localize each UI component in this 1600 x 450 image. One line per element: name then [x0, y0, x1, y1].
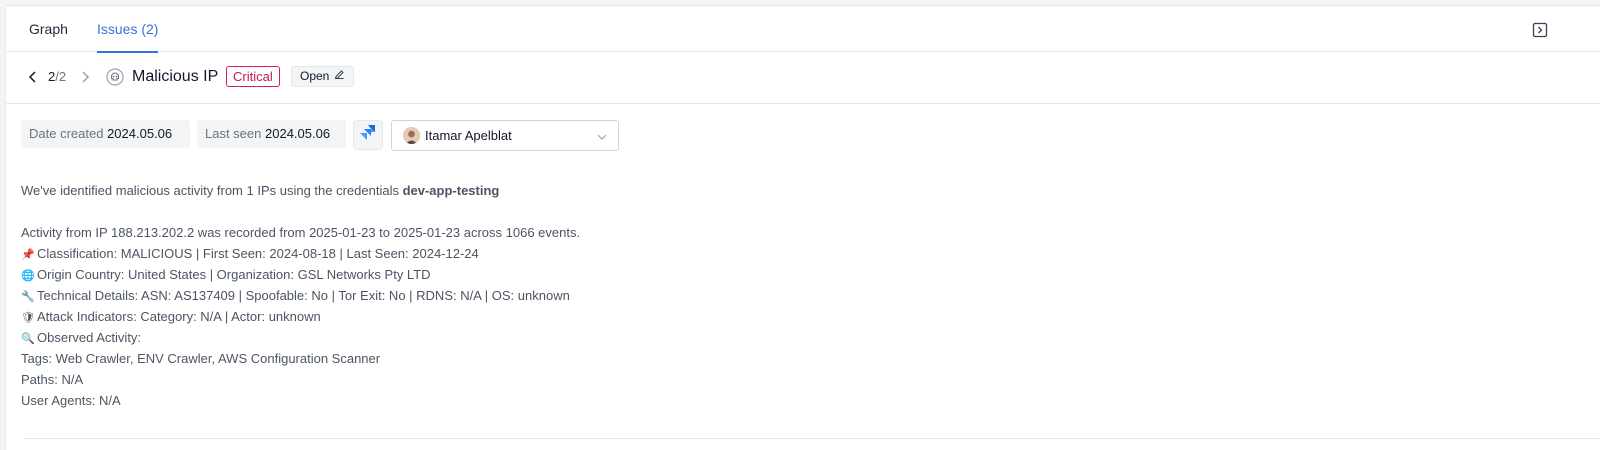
divider: [24, 438, 1600, 439]
activity-line: Activity from IP 188.213.202.2 was recor…: [21, 225, 581, 240]
status-label: Open: [300, 69, 330, 83]
tab-bar: Graph Issues (2): [6, 6, 1600, 53]
jira-icon: [359, 124, 377, 147]
credential-name: dev-app-testing: [402, 183, 500, 198]
chevron-down-icon: [596, 130, 608, 142]
date-created-chip: Date created 2024.05.06: [21, 120, 190, 148]
issue-title: Malicious IP: [132, 68, 219, 85]
shield-icon: 🛡: [21, 312, 35, 324]
technical-line: 🔧 Technical Details: ASN: AS137409 | Spoo…: [21, 287, 570, 306]
attack-line: 🛡 Attack Indicators: Category: N/A | Acto…: [21, 308, 321, 327]
paths-line: Paths: N/A: [21, 372, 84, 387]
attack-text: Attack Indicators: Category: N/A | Actor…: [37, 309, 321, 324]
issue-panel: Graph Issues (2) 2/2 Malicious IP Critic…: [5, 5, 1600, 450]
tags-line: Tags: Web Crawler, ENV Crawler, AWS Conf…: [21, 351, 381, 366]
assignee-name: Itamar Apelblat: [425, 128, 512, 143]
tab-graph[interactable]: Graph: [29, 6, 68, 52]
last-seen-label: Last seen: [205, 126, 262, 141]
magnifier-icon: 🔍: [21, 333, 35, 345]
origin-text: Origin Country: United States | Organiza…: [37, 267, 431, 282]
assignee-select[interactable]: Itamar Apelblat: [391, 120, 619, 151]
user-agents-line: User Agents: N/A: [21, 393, 121, 408]
intro-text: We've identified malicious activity from…: [21, 183, 403, 198]
chevron-right-icon[interactable]: [78, 69, 92, 85]
observed-text: Observed Activity:: [37, 330, 142, 345]
status-button[interactable]: Open: [291, 66, 355, 87]
tab-issues[interactable]: Issues (2): [97, 6, 159, 53]
severity-badge: Critical: [226, 66, 280, 87]
panel-collapse-icon[interactable]: [1532, 22, 1548, 38]
chevron-left-icon[interactable]: [26, 69, 40, 85]
jira-button[interactable]: [353, 120, 383, 150]
globe-icon: 🌐: [21, 270, 35, 282]
date-created-label: Date created: [29, 126, 104, 141]
observed-line: 🔍 Observed Activity:: [21, 329, 141, 348]
classification-line: 📌 Classification: MALICIOUS | First Seen:…: [21, 245, 479, 264]
avatar: [403, 127, 420, 144]
wrench-icon: 🔧: [21, 291, 35, 303]
pushpin-icon: 📌: [21, 249, 35, 261]
origin-line: 🌐 Origin Country: United States | Organiz…: [21, 266, 431, 285]
date-created-value: 2024.05.06: [107, 126, 173, 141]
pager-total: /2: [55, 69, 67, 84]
issue-pager: 2/2: [48, 69, 66, 85]
last-seen-chip: Last seen 2024.05.06: [197, 120, 346, 148]
issue-header: 2/2 Malicious IP Critical Open: [6, 52, 1600, 104]
description-intro: We've identified malicious activity from…: [21, 182, 499, 200]
pencil-icon: [334, 67, 345, 86]
classification-text: Classification: MALICIOUS | First Seen: …: [37, 246, 479, 261]
technical-text: Technical Details: ASN: AS137409 | Spoof…: [37, 288, 570, 303]
skull-icon: [106, 68, 124, 86]
last-seen-value: 2024.05.06: [265, 126, 331, 141]
